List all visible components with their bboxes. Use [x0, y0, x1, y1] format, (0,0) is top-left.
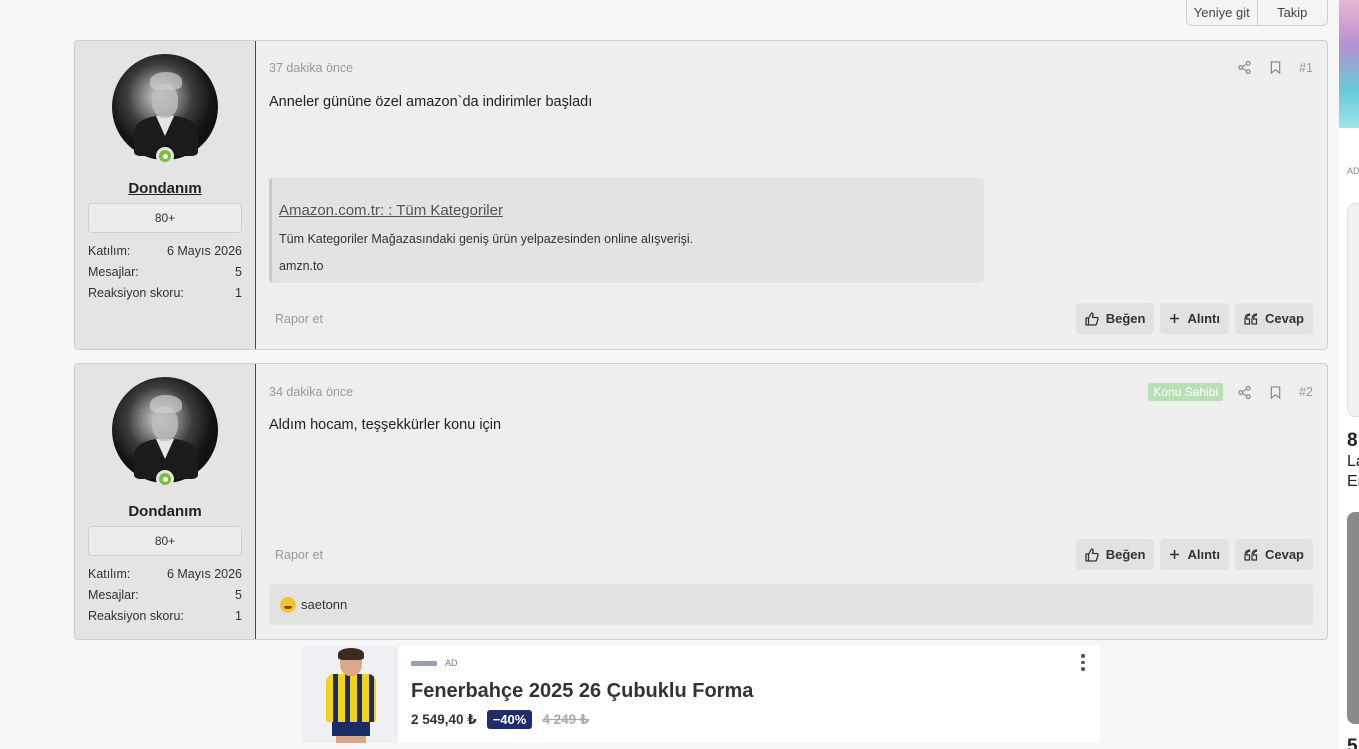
user-panel: Dondanım 80+ Katılım: 6 Mayıs 2026 Mesajl… — [75, 41, 256, 349]
post-date-link[interactable]: 34 dakika önce — [269, 385, 1148, 399]
message-body: Anneler gününe özel amazon`da indirimler… — [269, 94, 593, 110]
reactions-bar[interactable]: saetonn — [269, 584, 1313, 625]
discount-badge: −40% — [486, 710, 533, 729]
avatar[interactable] — [112, 377, 218, 488]
sidebar-ad-tag: AD — [1347, 166, 1359, 176]
quote-marks-icon — [1244, 312, 1258, 325]
link-preview-domain: amzn.to — [279, 259, 324, 273]
plus-icon — [1169, 549, 1180, 560]
post-number-link[interactable]: #1 — [1299, 61, 1313, 75]
like-button[interactable]: Beğen — [1075, 539, 1155, 570]
reply-button[interactable]: Cevap — [1234, 303, 1313, 334]
like-button[interactable]: Beğen — [1075, 303, 1155, 334]
bookmark-icon[interactable] — [1268, 60, 1283, 75]
link-preview[interactable]: Amazon.com.tr: : Tüm Kategoriler Tüm Kat… — [269, 178, 984, 283]
report-link[interactable]: Rapor et — [269, 312, 1070, 326]
online-status-icon — [156, 147, 174, 165]
username-link[interactable]: Dondanım — [88, 180, 242, 197]
avatar[interactable] — [112, 54, 218, 165]
stat-joined: Katılım: 6 Mayıs 2026 — [88, 243, 242, 258]
link-preview-description: Tüm Kategoriler Mağazasındaki geniş ürün… — [279, 232, 694, 246]
thumbs-up-icon — [1085, 311, 1099, 326]
message-actions: Rapor et Beğen Alıntı Cevap — [269, 303, 1313, 334]
user-rank-badge: 80+ — [88, 526, 242, 556]
stat-reaction-score: Reaksiyon skoru: 1 — [88, 285, 242, 300]
post-number-link[interactable]: #2 — [1299, 385, 1313, 399]
message-column: 37 dakika önce #1 Anneler gününe özel am… — [256, 41, 1327, 349]
sidebar-ad-text: Er — [1347, 473, 1359, 490]
share-icon[interactable] — [1237, 385, 1252, 400]
brand-logo-icon — [411, 660, 437, 666]
sidebar-ad-card[interactable] — [1347, 512, 1359, 724]
share-icon[interactable] — [1237, 60, 1252, 75]
reply-button[interactable]: Cevap — [1234, 539, 1313, 570]
report-link[interactable]: Rapor et — [269, 548, 1070, 562]
stat-messages: Mesajlar: 5 — [88, 587, 242, 602]
current-price: 2 549,40 ₺ — [411, 711, 477, 727]
product-info: AD Fenerbahçe 2025 26 Çubuklu Forma 2 54… — [398, 646, 1100, 743]
stat-reaction-score: Reaksiyon skoru: 1 — [88, 608, 242, 623]
product-title[interactable]: Fenerbahçe 2025 26 Çubuklu Forma — [411, 680, 753, 703]
ad-brand-row: AD — [411, 658, 458, 668]
user-rank-badge: 80+ — [88, 203, 242, 233]
sidebar-ad-text: 5 — [1347, 736, 1358, 749]
post-2: Dondanım 80+ Katılım: 6 Mayıs 2026 Mesajl… — [74, 363, 1328, 640]
follow-button[interactable]: Takip — [1256, 0, 1328, 25]
user-stats: Katılım: 6 Mayıs 2026 Mesajlar: 5 Reaksiyo… — [88, 240, 242, 303]
message-header: 34 dakika önce Konu Sahibi #2 — [269, 383, 1313, 401]
more-options-icon[interactable] — [1078, 654, 1088, 671]
user-stats: Katılım: 6 Mayıs 2026 Mesajlar: 5 Reaksiyo… — [88, 563, 242, 626]
sidebar-ad-text: 8 — [1347, 430, 1358, 451]
plus-icon — [1169, 313, 1180, 324]
online-status-icon — [156, 470, 174, 488]
sidebar-ad-image[interactable] — [1339, 0, 1359, 128]
go-new-button[interactable]: Yeniye git — [1187, 0, 1257, 25]
price-row: 2 549,40 ₺ −40% 4 249 ₺ — [411, 710, 589, 729]
laughing-emoji-icon — [280, 596, 296, 613]
quote-button[interactable]: Alıntı — [1160, 303, 1229, 334]
product-image[interactable] — [302, 646, 398, 743]
message-column: 34 dakika önce Konu Sahibi #2 Aldım hoca… — [256, 364, 1327, 639]
message-actions: Rapor et Beğen Alıntı Cevap — [269, 539, 1313, 570]
thumbs-up-icon — [1085, 547, 1099, 562]
post-1: Dondanım 80+ Katılım: 6 Mayıs 2026 Mesajl… — [74, 40, 1328, 350]
user-panel: Dondanım 80+ Katılım: 6 Mayıs 2026 Mesajl… — [75, 364, 256, 639]
product-ad[interactable]: AD Fenerbahçe 2025 26 Çubuklu Forma 2 54… — [302, 646, 1100, 743]
quote-button[interactable]: Alıntı — [1160, 539, 1229, 570]
thread-owner-badge: Konu Sahibi — [1148, 383, 1224, 401]
bookmark-icon[interactable] — [1268, 385, 1283, 400]
stat-messages: Mesajlar: 5 — [88, 264, 242, 279]
quote-marks-icon — [1244, 548, 1258, 561]
stat-joined: Katılım: 6 Mayıs 2026 — [88, 566, 242, 581]
post-date-link[interactable]: 37 dakika önce — [269, 61, 1237, 75]
old-price: 4 249 ₺ — [542, 711, 590, 727]
sidebar-ad-card[interactable] — [1347, 203, 1359, 417]
message-header: 37 dakika önce #1 — [269, 60, 1313, 75]
reaction-user-link[interactable]: saetonn — [301, 597, 347, 612]
thread-controls: Yeniye git Takip — [1186, 0, 1328, 26]
username-link[interactable]: Dondanım — [88, 503, 242, 520]
ad-tag: AD — [445, 658, 458, 668]
sidebar-ad-strip: AD 8 La Er 5 — [1339, 0, 1359, 749]
message-body: Aldım hocam, teşşekkürler konu için — [269, 417, 502, 433]
sidebar-ad-text: La — [1347, 453, 1359, 470]
link-preview-title[interactable]: Amazon.com.tr: : Tüm Kategoriler — [279, 202, 503, 219]
